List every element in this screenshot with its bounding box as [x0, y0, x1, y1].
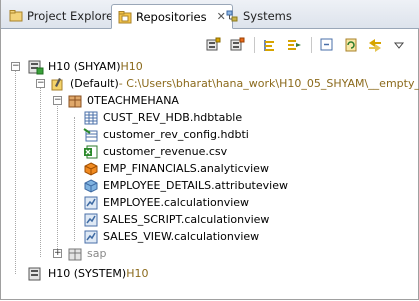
table-import-icon	[83, 127, 99, 143]
collapse-all-icon[interactable]	[318, 36, 336, 54]
system-label: H10 (SHYAM)	[48, 60, 121, 73]
tree-node-package[interactable]: sap	[67, 245, 106, 262]
project-explorer-icon	[9, 9, 23, 23]
attribute-view-icon	[83, 178, 99, 194]
tab-label: Repositories	[136, 9, 207, 24]
collapse-toggle[interactable]: −	[53, 96, 62, 105]
system-label: H10 (SYSTEM)	[48, 267, 127, 280]
file-label: SALES_SCRIPT.calculationview	[103, 213, 270, 226]
calculation-view-icon	[83, 212, 99, 228]
tree-node-workspace[interactable]: (Default) - C:\Users\bharat\hana_work\H1…	[50, 75, 419, 92]
view-tab-bar: Project Explorer Repositories ✕ Systems	[1, 0, 419, 29]
repositories-view: Project Explorer Repositories ✕ Systems …	[0, 0, 419, 300]
file-label: EMP_FINANCIALS.analyticview	[103, 162, 269, 175]
filter-icon[interactable]	[285, 36, 303, 54]
file-label: customer_rev_config.hdbti	[103, 128, 249, 141]
repositories-icon	[118, 10, 132, 24]
package-icon	[67, 93, 83, 109]
tree-guide	[15, 68, 16, 274]
link-icon[interactable]	[261, 36, 279, 54]
collapse-toggle[interactable]: −	[11, 62, 20, 71]
workspace-label: (Default)	[70, 77, 119, 90]
calculation-view-icon	[83, 195, 99, 211]
tree-node-file[interactable]: CUST_REV_HDB.hdbtable	[83, 109, 242, 126]
package-label: sap	[87, 247, 107, 260]
system-icon	[28, 266, 44, 282]
file-label: CUST_REV_HDB.hdbtable	[103, 111, 243, 124]
expand-toggle[interactable]: +	[53, 249, 62, 258]
tree-guide	[57, 102, 58, 257]
systems-icon	[225, 9, 239, 23]
tree-node-file[interactable]: SALES_VIEW.calculationview	[83, 228, 259, 245]
tab-systems[interactable]: Systems	[219, 4, 298, 28]
tab-label: Systems	[243, 9, 292, 23]
tree-node-file[interactable]: customer_rev_config.hdbti	[83, 126, 249, 143]
table-icon	[83, 110, 99, 126]
file-label: customer_revenue.csv	[103, 145, 228, 158]
refresh-icon[interactable]	[342, 36, 360, 54]
toolbar-separator	[311, 37, 312, 53]
tab-project-explorer[interactable]: Project Explorer	[3, 4, 124, 28]
tree-guide	[40, 85, 41, 257]
tab-label: Project Explorer	[27, 9, 118, 23]
tree-node-system[interactable]: H10 (SHYAM) H10	[28, 58, 143, 75]
tree-node-file[interactable]: SALES_SCRIPT.calculationview	[83, 211, 269, 228]
collapse-toggle[interactable]: −	[36, 79, 45, 88]
sync-icon[interactable]	[366, 36, 384, 54]
toolbar-separator	[254, 37, 255, 53]
tree-node-file[interactable]: customer_revenue.csv	[83, 143, 227, 160]
system-connected-icon	[28, 59, 44, 75]
package-icon	[67, 246, 83, 262]
remove-system-icon[interactable]	[204, 36, 222, 54]
view-toolbar	[198, 36, 408, 54]
tree-node-file[interactable]: EMP_FINANCIALS.analyticview	[83, 160, 269, 177]
file-label: EMPLOYEE_DETAILS.attributeview	[103, 179, 288, 192]
system-sid: H10	[126, 267, 149, 280]
workspace-path: - C:\Users\bharat\hana_work\H10_05_SHYAM…	[118, 77, 419, 90]
calculation-view-icon	[83, 229, 99, 245]
view-menu-icon[interactable]	[390, 36, 408, 54]
tree-node-file[interactable]: EMPLOYEE.calculationview	[83, 194, 249, 211]
package-label: 0TEACHMEHANA	[87, 94, 179, 107]
tree-guide	[74, 117, 75, 241]
tab-repositories[interactable]: Repositories ✕	[111, 4, 233, 29]
tree-node-file[interactable]: EMPLOYEE_DETAILS.attributeview	[83, 177, 288, 194]
system-sid: H10	[120, 60, 143, 73]
tree-node-package[interactable]: 0TEACHMEHANA	[67, 92, 179, 109]
csv-icon	[83, 144, 99, 160]
file-label: EMPLOYEE.calculationview	[103, 196, 250, 209]
tree-node-system[interactable]: H10 (SYSTEM) H10	[28, 265, 148, 282]
analytic-view-icon	[83, 161, 99, 177]
add-system-icon[interactable]	[228, 36, 246, 54]
file-label: SALES_VIEW.calculationview	[103, 230, 260, 243]
workspace-icon	[50, 76, 66, 92]
